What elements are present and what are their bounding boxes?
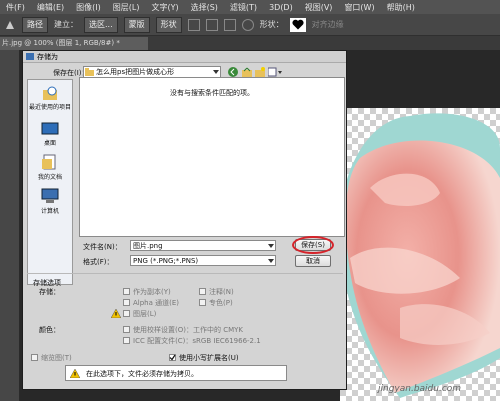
lowercase-ext-checkbox[interactable] bbox=[169, 354, 176, 361]
as-copy-checkbox[interactable] bbox=[123, 288, 130, 295]
new-folder-icon[interactable] bbox=[255, 67, 265, 77]
tools-panel bbox=[0, 50, 20, 401]
save-highlight-ring bbox=[292, 236, 334, 254]
file-list[interactable]: 没有与搜索条件匹配的项。 bbox=[79, 77, 345, 237]
save-as-dialog: 存储为 保存在(I)： 怎么用ps把图片做成心形 最近使用的项目 桌面 我的文档… bbox=[22, 50, 347, 390]
recent-items-icon bbox=[43, 86, 57, 100]
empty-message: 没有与搜索条件匹配的项。 bbox=[170, 89, 254, 97]
computer-icon bbox=[41, 188, 59, 203]
layers-checkbox[interactable] bbox=[123, 310, 130, 317]
warning-text: 在此选项下，文件必须存储为拷贝。 bbox=[86, 370, 198, 378]
place-computer[interactable]: 计算机 bbox=[28, 188, 72, 215]
dialog-title: 存储为 bbox=[37, 53, 58, 61]
thumbnail-label: 缩览图(T) bbox=[41, 354, 72, 362]
mask-button[interactable]: 蒙版 bbox=[123, 16, 150, 33]
place-desktop[interactable]: 桌面 bbox=[28, 122, 72, 147]
align-edges-checkbox[interactable]: 对齐边缘 bbox=[312, 19, 344, 30]
alpha-label: Alpha 通道(E) bbox=[133, 299, 180, 307]
menu-select[interactable]: 选择(S) bbox=[185, 2, 224, 13]
menu-edit[interactable]: 编辑(E) bbox=[31, 2, 70, 13]
as-copy-label: 作为副本(Y) bbox=[133, 288, 171, 296]
separator bbox=[27, 273, 343, 274]
proof-label: 使用校样设置(O)：工作中的 CMYK bbox=[133, 326, 243, 334]
cancel-button[interactable]: 取消 bbox=[295, 255, 331, 267]
build-label: 建立： bbox=[54, 20, 78, 29]
icc-label: ICC 配置文件(C)：sRGB IEC61966-2.1 bbox=[133, 337, 261, 345]
filename-chevron-icon[interactable] bbox=[268, 244, 274, 248]
format-select[interactable]: PNG (*.PNG;*.PNS) bbox=[130, 255, 276, 266]
notes-checkbox[interactable] bbox=[199, 288, 206, 295]
folder-icon bbox=[85, 68, 94, 76]
menu-bar: 件(F) 编辑(E) 图像(I) 图层(L) 文字(Y) 选择(S) 滤镜(T)… bbox=[0, 0, 500, 14]
back-icon[interactable] bbox=[228, 67, 238, 77]
spot-checkbox[interactable] bbox=[199, 299, 206, 306]
save-in-value: 怎么用ps把图片做成心形 bbox=[96, 68, 175, 76]
menu-file[interactable]: 件(F) bbox=[0, 2, 31, 13]
menu-type[interactable]: 文字(Y) bbox=[145, 2, 184, 13]
menu-window[interactable]: 窗口(W) bbox=[338, 2, 380, 13]
checkmark-icon bbox=[169, 354, 176, 361]
options-bar: 路径 建立： 选区... 蒙版 形状 形状： 对齐边缘 bbox=[0, 14, 500, 36]
menu-filter[interactable]: 滤镜(T) bbox=[224, 2, 263, 13]
menu-3d[interactable]: 3D(D) bbox=[263, 3, 299, 12]
layers-label: 图层(L) bbox=[133, 310, 157, 318]
menu-view[interactable]: 视图(V) bbox=[299, 2, 339, 13]
view-menu-icon[interactable] bbox=[268, 67, 282, 77]
up-folder-icon[interactable] bbox=[242, 67, 252, 77]
ps-app-icon bbox=[26, 53, 34, 60]
watermark: jingyan.baidu.com bbox=[378, 384, 462, 394]
pen-tool-icon[interactable] bbox=[4, 19, 16, 31]
icc-checkbox[interactable] bbox=[123, 337, 130, 344]
dialog-titlebar[interactable] bbox=[23, 51, 346, 63]
warning-icon bbox=[70, 369, 80, 378]
shape-button[interactable]: 形状 bbox=[155, 16, 182, 33]
rose-heart-image bbox=[340, 113, 500, 398]
place-documents[interactable]: 我的文档 bbox=[28, 154, 72, 181]
chevron-down-icon[interactable] bbox=[213, 70, 219, 74]
selection-button[interactable]: 选区... bbox=[84, 16, 118, 33]
spot-label: 专色(P) bbox=[209, 299, 233, 307]
format-chevron-icon[interactable] bbox=[268, 259, 274, 263]
tool-mode-select[interactable]: 路径 bbox=[22, 16, 48, 33]
place-recent[interactable]: 最近使用的项目 bbox=[28, 86, 72, 111]
shape-label: 形状： bbox=[259, 20, 284, 29]
lowercase-ext-label: 使用小写扩展名(U) bbox=[179, 354, 239, 362]
notes-label: 注释(N) bbox=[209, 288, 234, 296]
gear-icon[interactable] bbox=[241, 18, 254, 31]
desktop-icon bbox=[41, 122, 59, 135]
menu-help[interactable]: 帮助(H) bbox=[381, 2, 421, 13]
format-label: 格式(F)： bbox=[83, 258, 114, 266]
proof-checkbox[interactable] bbox=[123, 326, 130, 333]
menu-image[interactable]: 图像(I) bbox=[70, 2, 107, 13]
storage-label: 存储： bbox=[39, 288, 60, 296]
warning-icon bbox=[111, 309, 121, 318]
places-bar: 最近使用的项目 桌面 我的文档 计算机 bbox=[27, 79, 73, 285]
filename-input[interactable]: 图片.png bbox=[130, 240, 276, 251]
thumbnail-checkbox[interactable] bbox=[31, 354, 38, 361]
document-tab[interactable]: 片.jpg @ 100% (图层 1, RGB/8#) * bbox=[0, 37, 148, 50]
filename-label: 文件名(N)： bbox=[83, 243, 122, 251]
menu-layer[interactable]: 图层(L) bbox=[107, 2, 146, 13]
warning-box: 在此选项下，文件必须存储为拷贝。 bbox=[65, 365, 287, 381]
heart-shape-icon[interactable] bbox=[289, 17, 306, 32]
path-arrange-icon[interactable] bbox=[223, 18, 236, 31]
color-label: 颜色： bbox=[39, 326, 60, 334]
documents-icon bbox=[42, 154, 56, 170]
path-ops-icon[interactable] bbox=[187, 18, 200, 31]
path-align-icon[interactable] bbox=[205, 18, 218, 31]
alpha-checkbox[interactable] bbox=[123, 299, 130, 306]
